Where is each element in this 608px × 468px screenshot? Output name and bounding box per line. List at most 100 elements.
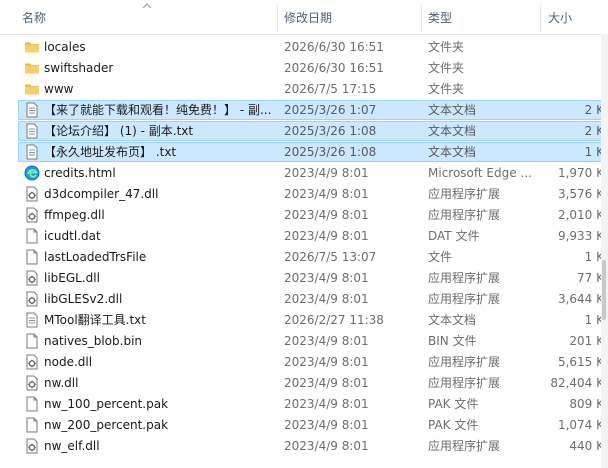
- file-name: libGLESv2.dll: [44, 292, 123, 306]
- file-name: libEGL.dll: [44, 271, 100, 285]
- dll-gear-icon: [24, 438, 40, 454]
- column-resize-handle-type[interactable]: [540, 4, 541, 32]
- dll-gear-icon: [24, 375, 40, 391]
- file-date: 2025/3/26 1:08: [284, 124, 377, 138]
- file-name: nw_200_percent.pak: [44, 418, 169, 432]
- file-name: 【来了就能下载和观看！纯免费！】 - 副...: [44, 103, 272, 117]
- file-type: 文本文档: [428, 103, 477, 117]
- file-row[interactable]: nw_elf.dll 2023/4/9 8:01 应用程序扩展 440 K: [0, 436, 608, 457]
- folder-icon: [24, 39, 40, 55]
- scrollbar-thumb[interactable]: [602, 260, 606, 320]
- file-type: 文本文档: [428, 124, 477, 138]
- file-name: MTool翻译工具.txt: [44, 313, 146, 327]
- pak-file-icon: [24, 417, 40, 433]
- blank-file-icon: [24, 228, 40, 244]
- file-row[interactable]: nw_200_percent.pak 2023/4/9 8:01 PAK 文件 1,0…: [0, 415, 608, 436]
- blank-file-icon: [24, 333, 40, 349]
- text-document-icon: [24, 144, 40, 160]
- file-row[interactable]: nw.dll 2023/4/9 8:01 应用程序扩展 82,404 K: [0, 373, 608, 394]
- file-type: 应用程序扩展: [428, 292, 501, 306]
- file-date: 2025/3/26 1:07: [284, 103, 377, 117]
- file-type: 应用程序扩展: [428, 187, 501, 201]
- file-row[interactable]: credits.html 2023/4/9 8:01 Microsoft Edge …: [0, 163, 608, 184]
- vertical-scrollbar[interactable]: [601, 34, 608, 468]
- column-resize-handle-date[interactable]: [421, 4, 422, 32]
- file-size: 5,615 K: [557, 355, 604, 369]
- file-size: 2 K: [584, 124, 604, 138]
- folder-icon: [24, 60, 40, 76]
- file-size: 3,644 K: [557, 292, 604, 306]
- file-date: 2023/4/9 8:01: [284, 166, 369, 180]
- file-name: icudtl.dat: [44, 229, 101, 243]
- column-header-type[interactable]: 类型: [428, 0, 452, 34]
- file-size: [548, 58, 604, 79]
- file-size: 2,010 K: [557, 208, 604, 222]
- file-date: 2023/4/9 8:01: [284, 292, 369, 306]
- file-row[interactable]: 【永久地址发布页】 .txt 2025/3/26 1:08 文本文档 1 K: [0, 142, 608, 163]
- file-name: nw.dll: [44, 376, 79, 390]
- file-name: natives_blob.bin: [44, 334, 143, 348]
- file-size: 201 K: [569, 334, 604, 348]
- file-date: 2026/6/30 16:51: [284, 40, 384, 54]
- file-date: 2023/4/9 8:01: [284, 208, 369, 222]
- file-type: Microsoft Edge ...: [428, 166, 532, 180]
- file-type: BIN 文件: [428, 334, 477, 348]
- file-type: 文件: [428, 250, 453, 264]
- file-date: 2026/7/5 13:07: [284, 250, 377, 264]
- column-header-date[interactable]: 修改日期: [284, 0, 332, 34]
- pak-file-icon: [24, 396, 40, 412]
- file-name: 【论坛介绍】 (1) - 副本.txt: [44, 124, 194, 138]
- file-type: 应用程序扩展: [428, 208, 501, 222]
- file-type: PAK 文件: [428, 397, 479, 411]
- file-size: 3,576 K: [557, 187, 604, 201]
- blank-file-icon: [24, 249, 40, 265]
- column-header-name[interactable]: 名称: [22, 0, 46, 34]
- text-document-icon: [24, 102, 40, 118]
- file-row[interactable]: libGLESv2.dll 2023/4/9 8:01 应用程序扩展 3,644 K: [0, 289, 608, 310]
- file-date: 2023/4/9 8:01: [284, 355, 369, 369]
- file-size: 82,404 K: [550, 376, 604, 390]
- file-row[interactable]: ffmpeg.dll 2023/4/9 8:01 应用程序扩展 2,010 K: [0, 205, 608, 226]
- file-date: 2023/4/9 8:01: [284, 397, 369, 411]
- file-list: locales 2026/6/30 16:51 文件夹 swiftshader 2026…: [0, 37, 608, 457]
- file-size: 2 K: [584, 103, 604, 117]
- file-row[interactable]: libEGL.dll 2023/4/9 8:01 应用程序扩展 77 K: [0, 268, 608, 289]
- file-row[interactable]: MTool翻译工具.txt 2026/2/27 11:38 文本文档 1 K: [0, 310, 608, 331]
- file-size: 1,970 K: [557, 166, 604, 180]
- file-size: 1 K: [584, 145, 604, 159]
- file-name: node.dll: [44, 355, 93, 369]
- sort-ascending-icon: [142, 3, 152, 9]
- file-row[interactable]: 【来了就能下载和观看！纯免费！】 - 副... 2025/3/26 1:07 文本文…: [0, 100, 608, 121]
- text-document-icon: [24, 312, 40, 328]
- column-resize-handle-name[interactable]: [277, 4, 278, 32]
- file-date: 2023/4/9 8:01: [284, 229, 369, 243]
- file-date: 2023/4/9 8:01: [284, 376, 369, 390]
- file-type: 文件夹: [428, 40, 465, 54]
- file-name: www: [44, 82, 74, 96]
- file-type: 应用程序扩展: [428, 271, 501, 285]
- file-size: 809 K: [569, 397, 604, 411]
- file-date: 2026/7/5 17:15: [284, 82, 377, 96]
- file-size: 1,074 K: [557, 418, 604, 432]
- file-type: 文件夹: [428, 82, 465, 96]
- file-row[interactable]: node.dll 2023/4/9 8:01 应用程序扩展 5,615 K: [0, 352, 608, 373]
- file-row[interactable]: locales 2026/6/30 16:51 文件夹: [0, 37, 608, 58]
- dll-gear-icon: [24, 186, 40, 202]
- column-header-size[interactable]: 大小: [548, 0, 572, 34]
- file-row[interactable]: natives_blob.bin 2023/4/9 8:01 BIN 文件 201 K: [0, 331, 608, 352]
- file-date: 2023/4/9 8:01: [284, 187, 369, 201]
- file-size: [548, 37, 604, 58]
- column-header-bar: 名称 修改日期 类型 大小: [0, 0, 608, 35]
- file-date: 2023/4/9 8:01: [284, 271, 369, 285]
- edge-html-icon: [24, 165, 40, 181]
- file-row[interactable]: lastLoadedTrsFile 2026/7/5 13:07 文件 1 K: [0, 247, 608, 268]
- file-row[interactable]: 【论坛介绍】 (1) - 副本.txt 2025/3/26 1:08 文本文档 2 K: [0, 121, 608, 142]
- file-date: 2025/3/26 1:08: [284, 145, 377, 159]
- file-name: nw_100_percent.pak: [44, 397, 169, 411]
- file-row[interactable]: d3dcompiler_47.dll 2023/4/9 8:01 应用程序扩展 3,5…: [0, 184, 608, 205]
- file-row[interactable]: nw_100_percent.pak 2023/4/9 8:01 PAK 文件 809…: [0, 394, 608, 415]
- file-row[interactable]: icudtl.dat 2023/4/9 8:01 DAT 文件 9,933 K: [0, 226, 608, 247]
- file-type: 应用程序扩展: [428, 355, 501, 369]
- file-row[interactable]: swiftshader 2026/6/30 16:51 文件夹: [0, 58, 608, 79]
- file-row[interactable]: www 2026/7/5 17:15 文件夹: [0, 79, 608, 100]
